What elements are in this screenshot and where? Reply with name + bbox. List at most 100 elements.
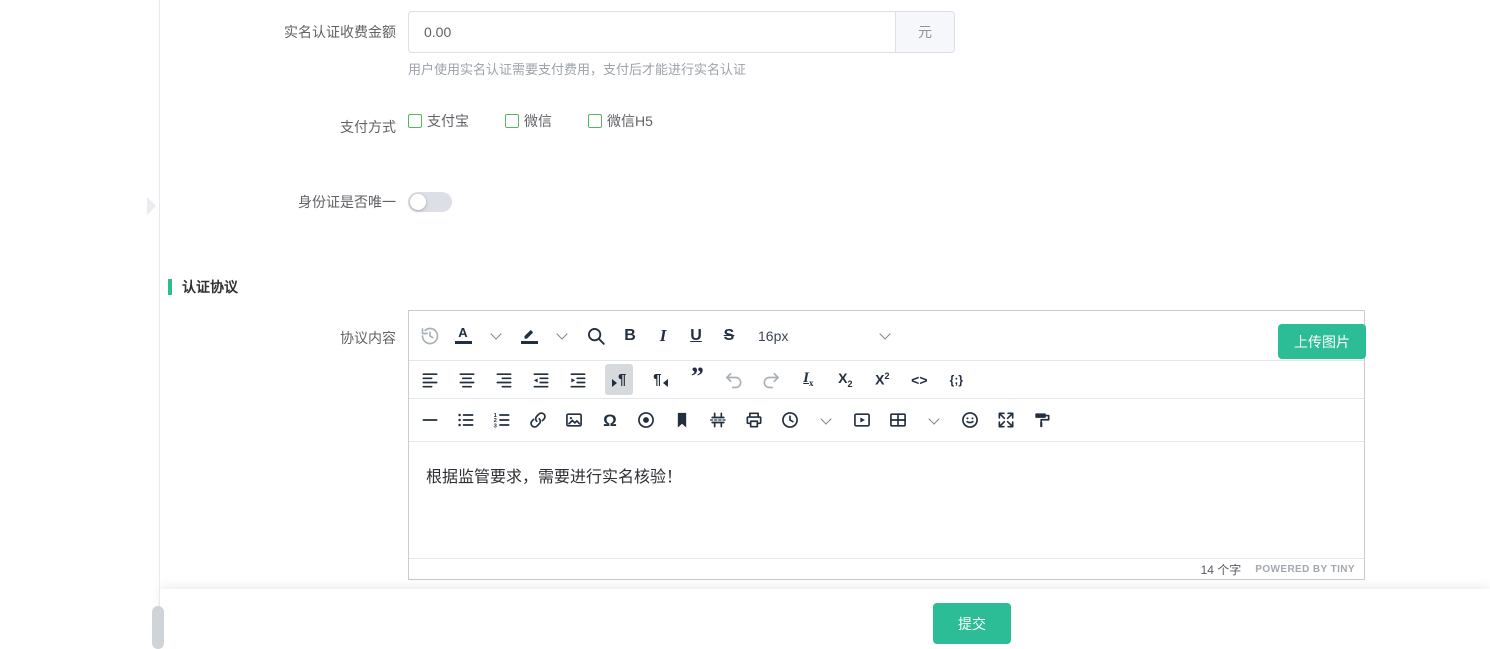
italic-button[interactable]: I (653, 322, 673, 350)
text-color-button[interactable]: A (453, 322, 473, 350)
text-color-icon: A (455, 327, 472, 344)
insert-image-button[interactable] (564, 406, 584, 434)
panel-collapse-handle-icon[interactable] (147, 197, 156, 215)
checkbox-wechat-h5-label: 微信H5 (607, 111, 653, 131)
agreement-section-header: 认证协议 (168, 277, 238, 297)
checkbox-wechat-label: 微信 (524, 111, 552, 131)
code-sample-icon: {;} (950, 374, 963, 386)
insert-datetime-icon (780, 410, 800, 430)
preview-button[interactable] (636, 406, 656, 434)
submit-button[interactable]: 提交 (933, 603, 1011, 644)
checkbox-alipay[interactable]: 支付宝 (408, 111, 469, 131)
table-button[interactable] (888, 406, 908, 434)
special-character-button[interactable]: Ω (600, 406, 620, 434)
redo-button[interactable] (761, 366, 781, 394)
undo-button[interactable] (724, 366, 744, 394)
highlight-color-button[interactable] (519, 322, 539, 350)
numbered-list-icon: 123 (492, 410, 512, 430)
page-break-button[interactable] (708, 406, 728, 434)
print-icon (744, 410, 764, 430)
media-button[interactable] (852, 406, 872, 434)
checkbox-box-icon[interactable] (408, 114, 422, 128)
insert-datetime-menu-button[interactable] (816, 406, 836, 434)
bold-icon: B (624, 328, 636, 344)
text-color-menu-button[interactable] (486, 322, 506, 350)
editor-content-area[interactable]: 根据监管要求，需要进行实名核验！ (409, 442, 1364, 558)
section-title: 认证协议 (182, 277, 238, 297)
id-unique-label: 身份证是否唯一 (160, 190, 408, 214)
code-icon: <> (911, 373, 927, 387)
checkbox-alipay-label: 支付宝 (427, 111, 469, 131)
media-icon (852, 410, 872, 430)
rich-text-editor: A B I U S 16px 上传图片 (408, 310, 1365, 580)
print-button[interactable] (744, 406, 764, 434)
format-painter-icon (1032, 410, 1052, 430)
editor-toolbar-row-1: A B I U S 16px 上传图片 (409, 311, 1364, 361)
superscript-button[interactable]: X2 (872, 366, 892, 394)
rtl-paragraph-button[interactable]: ¶ (650, 366, 670, 394)
checkbox-box-icon[interactable] (505, 114, 519, 128)
ltr-paragraph-icon: ¶ (612, 372, 626, 387)
subscript-button[interactable]: X2 (835, 366, 855, 394)
preview-icon (636, 410, 656, 430)
search-replace-button[interactable] (585, 322, 607, 350)
checkbox-wechat-h5[interactable]: 微信H5 (588, 111, 653, 131)
highlight-color-menu-button[interactable] (552, 322, 572, 350)
payment-method-row: 支付方式 支付宝 微信 微信H5 (160, 107, 689, 137)
redo-icon (761, 370, 781, 390)
font-size-select[interactable]: 16px (752, 321, 895, 351)
id-unique-toggle[interactable] (408, 192, 452, 212)
code-sample-button[interactable]: {;} (946, 366, 966, 394)
undo-icon (724, 370, 744, 390)
insert-datetime-button[interactable] (780, 406, 800, 434)
image-icon (564, 410, 584, 430)
indent-icon (568, 370, 588, 390)
upload-image-button[interactable]: 上传图片 (1278, 324, 1366, 359)
blockquote-icon: ” (691, 373, 704, 387)
left-panel-divider (159, 0, 160, 649)
bold-button[interactable]: B (620, 322, 640, 350)
editor-toolbar-row-2: ¶ ¶ ” Ix X2 X2 <> (409, 361, 1364, 399)
clear-format-icon: Ix (803, 371, 813, 388)
id-unique-row: 身份证是否唯一 (160, 190, 452, 214)
fee-amount-input[interactable] (408, 11, 895, 53)
checkbox-wechat[interactable]: 微信 (505, 111, 552, 131)
payment-method-label: 支付方式 (160, 107, 408, 137)
emoticon-button[interactable] (960, 406, 980, 434)
table-menu-button[interactable] (924, 406, 944, 434)
history-button[interactable] (420, 322, 440, 350)
fullscreen-button[interactable] (996, 406, 1016, 434)
tiny-branding-link[interactable]: POWERED BY TINY (1255, 564, 1355, 575)
payment-options: 支付宝 微信 微信H5 (408, 107, 689, 135)
horizontal-rule-button[interactable] (420, 406, 440, 434)
align-left-button[interactable] (420, 366, 440, 394)
underline-button[interactable]: U (686, 322, 706, 350)
clear-format-button[interactable]: Ix (798, 366, 818, 394)
chevron-down-icon (556, 328, 567, 339)
blockquote-button[interactable]: ” (687, 366, 707, 394)
bullet-list-button[interactable] (456, 406, 476, 434)
chevron-down-icon (490, 328, 501, 339)
footer-action-bar: 提交 (160, 589, 1490, 649)
italic-icon: I (660, 327, 667, 344)
underline-icon: U (690, 328, 702, 344)
align-center-button[interactable] (457, 366, 477, 394)
outdent-button[interactable] (531, 366, 551, 394)
strikethrough-button[interactable]: S (719, 322, 739, 350)
format-painter-button[interactable] (1032, 406, 1052, 434)
chevron-down-icon (879, 328, 890, 339)
superscript-icon: X2 (875, 372, 889, 387)
align-right-button[interactable] (494, 366, 514, 394)
code-button[interactable]: <> (909, 366, 929, 394)
bullet-list-icon (456, 410, 476, 430)
horizontal-rule-icon (420, 410, 440, 430)
bookmark-button[interactable] (672, 406, 692, 434)
indent-button[interactable] (568, 366, 588, 394)
link-button[interactable] (528, 406, 548, 434)
align-left-icon (420, 370, 440, 390)
numbered-list-button[interactable]: 123 (492, 406, 512, 434)
editor-status-bar: 14 个字 POWERED BY TINY (409, 558, 1364, 579)
ltr-paragraph-button[interactable]: ¶ (605, 364, 633, 395)
vertical-scrollbar-thumb[interactable] (152, 606, 164, 649)
checkbox-box-icon[interactable] (588, 114, 602, 128)
